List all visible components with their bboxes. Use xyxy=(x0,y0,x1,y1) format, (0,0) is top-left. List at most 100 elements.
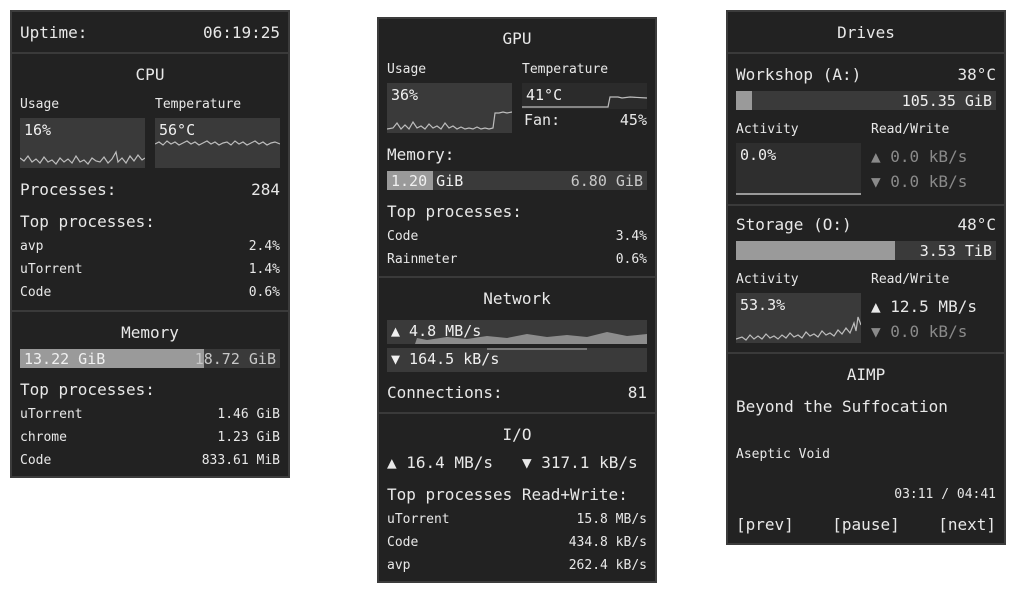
drive-usage-fill xyxy=(736,241,895,260)
process-value: 262.4 kB/s xyxy=(568,558,647,573)
list-item: uTorrent 15.8 MB/s xyxy=(387,512,647,527)
list-item: Code 434.8 kB/s xyxy=(387,535,647,550)
drive-temp: 48°C xyxy=(957,215,996,234)
divider xyxy=(12,310,288,312)
connections-label: Connections: xyxy=(387,383,503,402)
memory-used: 13.22 GiB xyxy=(24,350,106,368)
drive-activity-graph: 0.0% xyxy=(736,143,861,195)
process-value: 434.8 kB/s xyxy=(568,535,647,550)
process-value: 0.6% xyxy=(248,285,280,300)
process-name: avp xyxy=(20,239,44,254)
divider xyxy=(728,352,1004,354)
list-item: avp 262.4 kB/s xyxy=(387,558,647,573)
process-name: Code xyxy=(20,453,52,468)
memory-bar: 13.22 GiB 18.72 GiB xyxy=(20,349,280,368)
gpu-memory-label: Memory: xyxy=(387,145,455,164)
drive-usage-fill xyxy=(736,91,752,110)
process-name: Code xyxy=(387,229,419,244)
uptime-label: Uptime: xyxy=(20,23,88,42)
divider xyxy=(728,52,1004,54)
cpu-panel: Uptime: 06:19:25 CPU Usage Temperature 1… xyxy=(10,10,290,478)
rw-label: Read/Write xyxy=(871,272,950,287)
drive-free: 3.53 TiB xyxy=(919,242,992,260)
gpu-temp-label: Temperature xyxy=(522,62,609,77)
drive-free: 105.35 GiB xyxy=(901,92,992,110)
drive-read: ▲ 12.5 MB/s xyxy=(871,297,977,316)
processes-row: Processes: 284 xyxy=(20,180,280,199)
io-top-label: Top processes Read+Write: xyxy=(387,485,628,504)
drive-activity-value: 0.0% xyxy=(740,146,777,164)
memory-title: Memory xyxy=(121,323,179,342)
process-name: uTorrent xyxy=(20,407,83,422)
gpu-title: GPU xyxy=(502,29,532,48)
drives-title: Drives xyxy=(837,23,895,42)
list-item: Code 0.6% xyxy=(20,285,280,300)
drive-temp: 38°C xyxy=(957,65,996,84)
activity-label: Activity xyxy=(736,272,799,287)
fan-label: Fan: xyxy=(524,111,561,129)
drive-activity-graph: 53.3% xyxy=(736,293,861,343)
process-name: avp xyxy=(387,558,411,573)
gpu-usage-graph: 36% xyxy=(387,83,512,133)
cpu-top-header: Top processes: xyxy=(20,212,280,231)
process-name: Rainmeter xyxy=(387,252,458,267)
processes-value: 284 xyxy=(251,180,280,199)
io-top-header: Top processes Read+Write: xyxy=(387,485,647,504)
process-name: uTorrent xyxy=(20,262,83,277)
drive-usage-bar: 3.53 TiB xyxy=(736,241,996,260)
track-title-row: Beyond the Suffocation xyxy=(736,397,996,416)
prev-button[interactable]: [prev] xyxy=(736,515,794,534)
cpu-top-label: Top processes: xyxy=(20,212,155,231)
processes-label: Processes: xyxy=(20,180,117,199)
mem-top-header: Top processes: xyxy=(20,380,280,399)
io-title: I/O xyxy=(502,425,532,444)
cpu-temp-label: Temperature xyxy=(155,97,242,112)
fan-row: Fan: 45% xyxy=(524,111,647,129)
cpu-temp-graph: 56°C xyxy=(155,118,280,168)
gpu-top-header: Top processes: xyxy=(387,202,647,221)
process-value: 1.23 GiB xyxy=(217,430,280,445)
drives-panel: Drives Workshop (A:) 38°C 105.35 GiB Act… xyxy=(726,10,1006,545)
drive-name: Workshop (A:) xyxy=(736,65,862,84)
gpu-panel: GPU Usage Temperature 36% 41°C Fan: 45% … xyxy=(377,17,657,583)
divider xyxy=(728,204,1004,206)
gpu-memory-total: 6.80 GiB xyxy=(570,172,643,190)
list-item: Code 3.4% xyxy=(387,229,647,244)
process-value: 3.4% xyxy=(615,229,647,244)
gpu-temp-sparkline xyxy=(522,96,647,108)
track-title: Beyond the Suffocation xyxy=(736,397,948,416)
memory-total: 18.72 GiB xyxy=(194,350,276,368)
list-item: uTorrent 1.46 GiB xyxy=(20,407,280,422)
list-item: avp 2.4% xyxy=(20,239,280,254)
gpu-top-label: Top processes: xyxy=(387,202,522,221)
track-artist-row: Aseptic Void xyxy=(736,447,996,462)
list-item: uTorrent 1.4% xyxy=(20,262,280,277)
next-button[interactable]: [next] xyxy=(938,515,996,534)
list-item: Rainmeter 0.6% xyxy=(387,252,647,267)
cpu-usage-label: Usage xyxy=(20,97,60,112)
process-value: 833.61 MiB xyxy=(201,453,280,468)
drive-header: Storage (O:) 48°C xyxy=(736,215,996,234)
process-value: 1.4% xyxy=(248,262,280,277)
divider xyxy=(379,412,655,414)
upload-graph: ▲ 4.8 MB/s xyxy=(387,320,647,344)
cpu-temp-sparkline xyxy=(155,140,280,146)
drive-write: ▼ 0.0 kB/s xyxy=(871,322,968,341)
track-time: 03:11 / 04:41 xyxy=(894,487,996,502)
process-name: Code xyxy=(387,535,419,550)
process-value: 2.4% xyxy=(248,239,280,254)
process-name: uTorrent xyxy=(387,512,450,527)
process-value: 15.8 MB/s xyxy=(576,512,647,527)
drive-activity-sparkline xyxy=(736,316,861,341)
process-name: Code xyxy=(20,285,52,300)
gpu-usage-label: Usage xyxy=(387,62,427,77)
uptime-value: 06:19:25 xyxy=(202,23,280,42)
gpu-usage-sparkline xyxy=(387,111,512,130)
drive-usage-bar: 105.35 GiB xyxy=(736,91,996,110)
pause-button[interactable]: [pause] xyxy=(832,515,899,534)
list-item: chrome 1.23 GiB xyxy=(20,430,280,445)
divider xyxy=(12,52,288,54)
player-title: AIMP xyxy=(846,365,886,384)
upload-sparkline xyxy=(415,332,647,344)
cpu-usage-sparkline xyxy=(20,150,145,165)
